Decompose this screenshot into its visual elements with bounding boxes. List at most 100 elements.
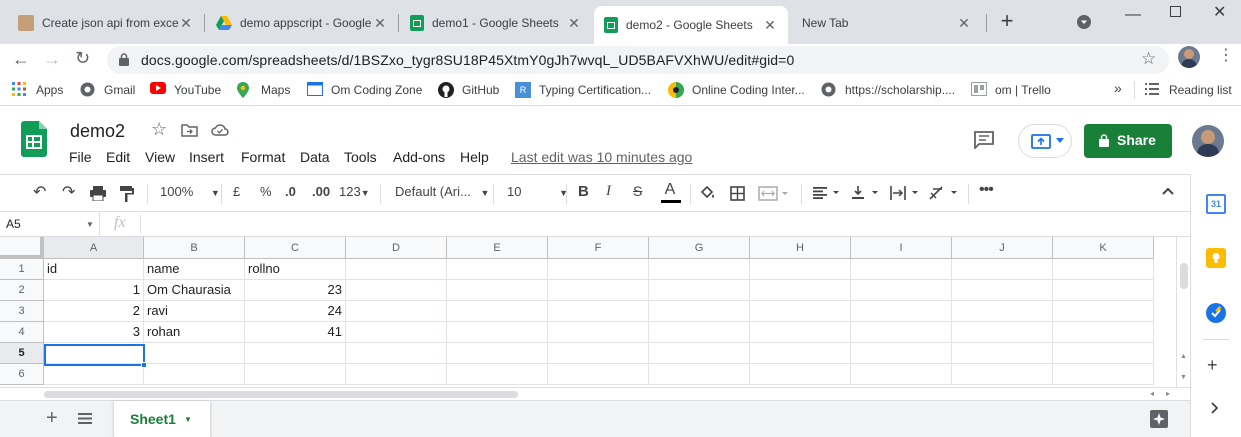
print-icon[interactable] [90, 186, 106, 201]
menu-add-ons[interactable]: Add-ons [393, 149, 445, 165]
bookmark-youtube[interactable]: YouTube [150, 82, 221, 98]
close-icon[interactable]: ✕ [956, 15, 972, 31]
menu-file[interactable]: File [69, 149, 92, 165]
grid-cell[interactable] [952, 364, 1053, 385]
grid-cell[interactable]: 41 [245, 322, 346, 343]
italic-button[interactable]: I [606, 183, 611, 200]
grid-cell[interactable] [447, 364, 548, 385]
grid-cell[interactable] [548, 280, 649, 301]
column-header[interactable]: I [851, 237, 952, 259]
add-sheet-button[interactable]: + [46, 407, 58, 430]
merge-cells-icon[interactable] [758, 186, 788, 201]
grid-cell[interactable]: 1 [44, 280, 144, 301]
browser-tab[interactable]: demo1 - Google Sheets ✕ [400, 6, 592, 40]
fill-handle[interactable] [141, 362, 147, 368]
grid-cell[interactable]: Om Chaurasia [144, 280, 245, 301]
calendar-icon[interactable]: 31 [1206, 194, 1226, 214]
row-header[interactable]: 1 [0, 259, 44, 280]
tab-search-icon[interactable] [1077, 15, 1091, 29]
more-options-icon[interactable]: ••• [979, 181, 994, 199]
row-header[interactable]: 5 [0, 343, 44, 364]
browser-menu-icon[interactable]: ⋮ [1218, 48, 1234, 64]
font-size-select[interactable]: 10 ▼ [507, 184, 568, 199]
grid-cell[interactable] [952, 322, 1053, 343]
grid-cell[interactable]: name [144, 259, 245, 280]
text-wrap-icon[interactable] [890, 186, 922, 200]
bookmark-apps[interactable]: Apps [12, 82, 63, 98]
maximize-icon[interactable] [1170, 6, 1181, 17]
close-icon[interactable]: ✕ [566, 15, 582, 31]
strikethrough-button[interactable]: S [633, 183, 642, 199]
name-box[interactable]: A5 ▼ [0, 212, 100, 236]
column-header[interactable]: E [447, 237, 548, 259]
grid-cell[interactable] [851, 301, 952, 322]
grid-cell[interactable] [1053, 322, 1154, 343]
document-title[interactable]: demo2 [70, 121, 125, 142]
row-header[interactable]: 6 [0, 364, 44, 385]
text-rotation-icon[interactable] [929, 186, 961, 200]
grid-cell[interactable] [346, 280, 447, 301]
grid-cell[interactable] [750, 280, 851, 301]
decrease-decimal-button[interactable]: .0 [285, 184, 296, 199]
bookmark-scholarship[interactable]: https://scholarship.... [821, 82, 955, 98]
font-family-select[interactable]: Default (Ari... ▼ [395, 184, 489, 199]
profile-avatar[interactable] [1178, 46, 1200, 68]
grid-cell[interactable] [447, 301, 548, 322]
grid-cell[interactable]: 24 [245, 301, 346, 322]
undo-icon[interactable]: ↶ [33, 182, 46, 202]
bold-button[interactable]: B [578, 183, 589, 200]
bookmark-om-coding-zone[interactable]: Om Coding Zone [307, 82, 422, 98]
increase-decimal-button[interactable]: .00 [312, 184, 330, 199]
grid-cell[interactable] [851, 280, 952, 301]
browser-tab[interactable]: Create json api from exce ✕ [8, 6, 204, 40]
grid-cell[interactable] [44, 364, 144, 385]
horizontal-align-icon[interactable] [813, 187, 843, 199]
grid-cell[interactable] [1053, 343, 1154, 364]
reading-list-button[interactable]: Reading list [1145, 82, 1232, 98]
scroll-left-arrow-icon[interactable]: ◂ [1150, 389, 1154, 398]
grid-cell[interactable] [447, 280, 548, 301]
minimize-icon[interactable]: — [1125, 6, 1141, 24]
grid-cell[interactable] [447, 343, 548, 364]
scroll-up-arrow-icon[interactable]: ▲ [1180, 353, 1187, 360]
omnibox[interactable]: docs.google.com/spreadsheets/d/1BSZxo_ty… [107, 46, 1169, 74]
grid-cell[interactable]: rohan [144, 322, 245, 343]
grid-cell[interactable] [750, 301, 851, 322]
browser-tab[interactable]: New Tab ✕ [790, 6, 982, 40]
column-header[interactable]: G [649, 237, 750, 259]
collapse-menus-icon[interactable] [1162, 187, 1174, 195]
grid-cell[interactable]: 3 [44, 322, 144, 343]
column-header[interactable]: B [144, 237, 245, 259]
zoom-select[interactable]: 100% ▼ [160, 184, 220, 199]
grid-cell[interactable] [245, 343, 346, 364]
select-all-corner[interactable] [0, 237, 44, 259]
tasks-icon[interactable] [1206, 303, 1226, 323]
grid-cell[interactable] [346, 259, 447, 280]
grid-cell[interactable] [952, 343, 1053, 364]
share-button[interactable]: Share [1084, 124, 1172, 158]
close-icon[interactable]: ✕ [178, 15, 194, 31]
grid-cell[interactable] [346, 343, 447, 364]
row-header[interactable]: 2 [0, 280, 44, 301]
column-header[interactable]: H [750, 237, 851, 259]
grid-cell[interactable]: rollno [245, 259, 346, 280]
bookmark-typing-certification[interactable]: R Typing Certification... [515, 82, 651, 98]
grid-cell[interactable] [952, 259, 1053, 280]
bookmark-github[interactable]: GitHub [438, 82, 499, 98]
bookmark-trello[interactable]: om | Trello [971, 82, 1051, 98]
column-header[interactable]: A [44, 237, 144, 259]
keep-icon[interactable] [1206, 248, 1226, 268]
grid-cell[interactable] [649, 364, 750, 385]
sheet-tab-active[interactable]: Sheet1 ▼ [114, 401, 210, 437]
scrollbar-thumb[interactable] [1180, 263, 1188, 289]
window-close-icon[interactable]: ✕ [1213, 2, 1226, 22]
grid-cell[interactable] [952, 280, 1053, 301]
column-header[interactable]: F [548, 237, 649, 259]
format-percent-button[interactable]: % [260, 184, 272, 199]
grid-cell[interactable] [447, 322, 548, 343]
grid-cell[interactable] [952, 301, 1053, 322]
google-sheets-logo-icon[interactable] [21, 121, 47, 157]
grid-cell[interactable] [1053, 280, 1154, 301]
grid-cell[interactable] [750, 364, 851, 385]
paint-format-icon[interactable] [120, 186, 134, 202]
